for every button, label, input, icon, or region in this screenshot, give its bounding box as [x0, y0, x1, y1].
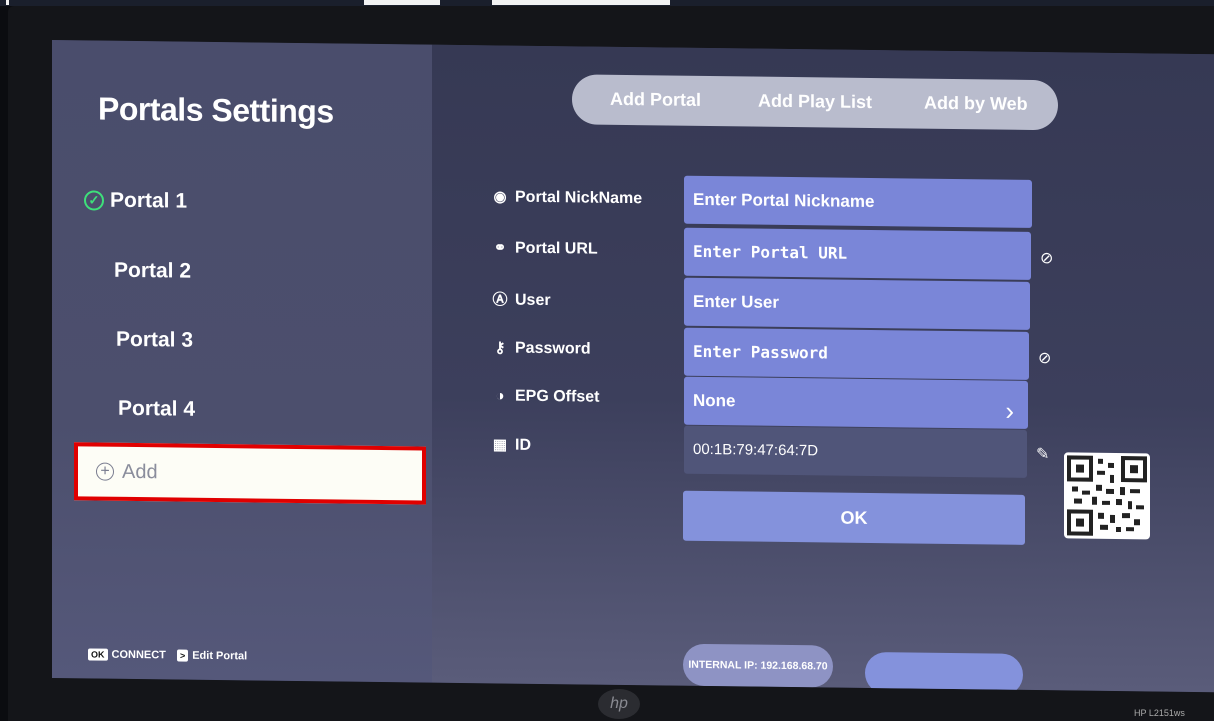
- eye-off-icon[interactable]: ⊘: [1038, 348, 1051, 368]
- check-circle-icon: ✓: [84, 190, 104, 211]
- tab-add-by-web[interactable]: Add by Web: [924, 93, 1028, 115]
- sidebar-item-label: Portal 1: [110, 188, 188, 213]
- portal-form-panel: Add Portal Add Play List Add by Web ◉ Por…: [432, 44, 1214, 693]
- key-icon: ⚷: [494, 339, 506, 357]
- ok-key-badge: OK: [88, 648, 108, 661]
- connect-hint: CONNECT: [111, 648, 166, 662]
- top-strip-mark: [364, 0, 440, 5]
- user-field[interactable]: Enter User: [684, 277, 1030, 330]
- add-portal-button[interactable]: + Add: [74, 442, 426, 505]
- internal-ip-badge: INTERNAL IP: 192.168.68.70: [683, 643, 833, 688]
- secondary-pill-button[interactable]: [865, 651, 1023, 693]
- chevron-right-icon: ›: [1005, 395, 1014, 426]
- id-label-text: ID: [515, 436, 531, 454]
- epg-offset-label: ◑ EPG Offset: [490, 387, 599, 406]
- nickname-label: ◉ Portal NickName: [490, 187, 642, 208]
- sidebar-item-label: Portal 4: [118, 396, 196, 421]
- top-strip-mark: [492, 0, 670, 5]
- top-strip-mark: [6, 0, 9, 5]
- id-label: ▦ ID: [490, 435, 531, 455]
- epg-offset-label-text: EPG Offset: [515, 387, 600, 406]
- portal-url-label-text: Portal URL: [515, 239, 598, 258]
- mode-tabs: Add Portal Add Play List Add by Web: [572, 74, 1058, 131]
- ok-button[interactable]: OK: [683, 490, 1025, 545]
- sidebar-item-portal-1[interactable]: ✓ Portal 1: [84, 188, 187, 213]
- sidebar-item-label: Portal 3: [116, 327, 194, 352]
- qr-code-icon: ▦: [492, 436, 508, 454]
- tab-add-portal[interactable]: Add Portal: [610, 89, 701, 111]
- portal-url-field[interactable]: Enter Portal URL: [684, 227, 1031, 280]
- device-id-field: 00:1B:79:47:64:7D: [684, 425, 1027, 478]
- epg-offset-value: None: [693, 390, 736, 411]
- sidebar-item-portal-2[interactable]: Portal 2: [114, 259, 191, 284]
- epg-offset-select[interactable]: None ›: [684, 376, 1028, 429]
- page-title: Portals Settings: [98, 90, 334, 130]
- add-label: Add: [122, 460, 158, 484]
- sidebar-item-portal-3[interactable]: Portal 3: [116, 328, 193, 353]
- edit-portal-hint: Edit Portal: [192, 649, 248, 663]
- edit-icon[interactable]: ✎: [1036, 444, 1049, 464]
- plus-circle-icon: +: [96, 462, 114, 481]
- portal-url-label: ⚭ Portal URL: [490, 238, 598, 258]
- tab-add-play-list[interactable]: Add Play List: [758, 91, 872, 113]
- password-label-text: Password: [515, 339, 591, 358]
- user-circle-icon: ◉: [493, 188, 507, 206]
- tv-screen: Portals Settings ✓ Portal 1 Portal 2 Port…: [52, 40, 1214, 693]
- nickname-label-text: Portal NickName: [515, 188, 643, 208]
- user-label-text: User: [515, 291, 551, 310]
- monitor-model-label: HP L2151ws: [1134, 708, 1185, 718]
- qr-code-graphic: [1067, 455, 1147, 536]
- eye-off-icon[interactable]: ⊘: [1040, 248, 1053, 268]
- link-icon: ⚭: [493, 239, 507, 257]
- key-hints: OK CONNECT > Edit Portal: [88, 648, 247, 662]
- account-circle-icon: Ⓐ: [492, 291, 508, 309]
- user-label: Ⓐ User: [490, 288, 551, 310]
- portals-sidebar: Portals Settings ✓ Portal 1 Portal 2 Port…: [52, 40, 432, 683]
- qr-code-image: [1064, 452, 1150, 540]
- password-field[interactable]: Enter Password: [684, 327, 1029, 380]
- sidebar-item-portal-4[interactable]: Portal 4: [118, 397, 195, 422]
- sidebar-item-label: Portal 2: [114, 258, 192, 283]
- nickname-field[interactable]: Enter Portal Nickname: [684, 175, 1032, 228]
- hp-logo-icon: hp: [598, 689, 640, 719]
- edit-key-badge: >: [176, 649, 189, 662]
- password-label: ⚷ Password: [490, 338, 591, 358]
- clock-half-icon: ◑: [495, 387, 505, 405]
